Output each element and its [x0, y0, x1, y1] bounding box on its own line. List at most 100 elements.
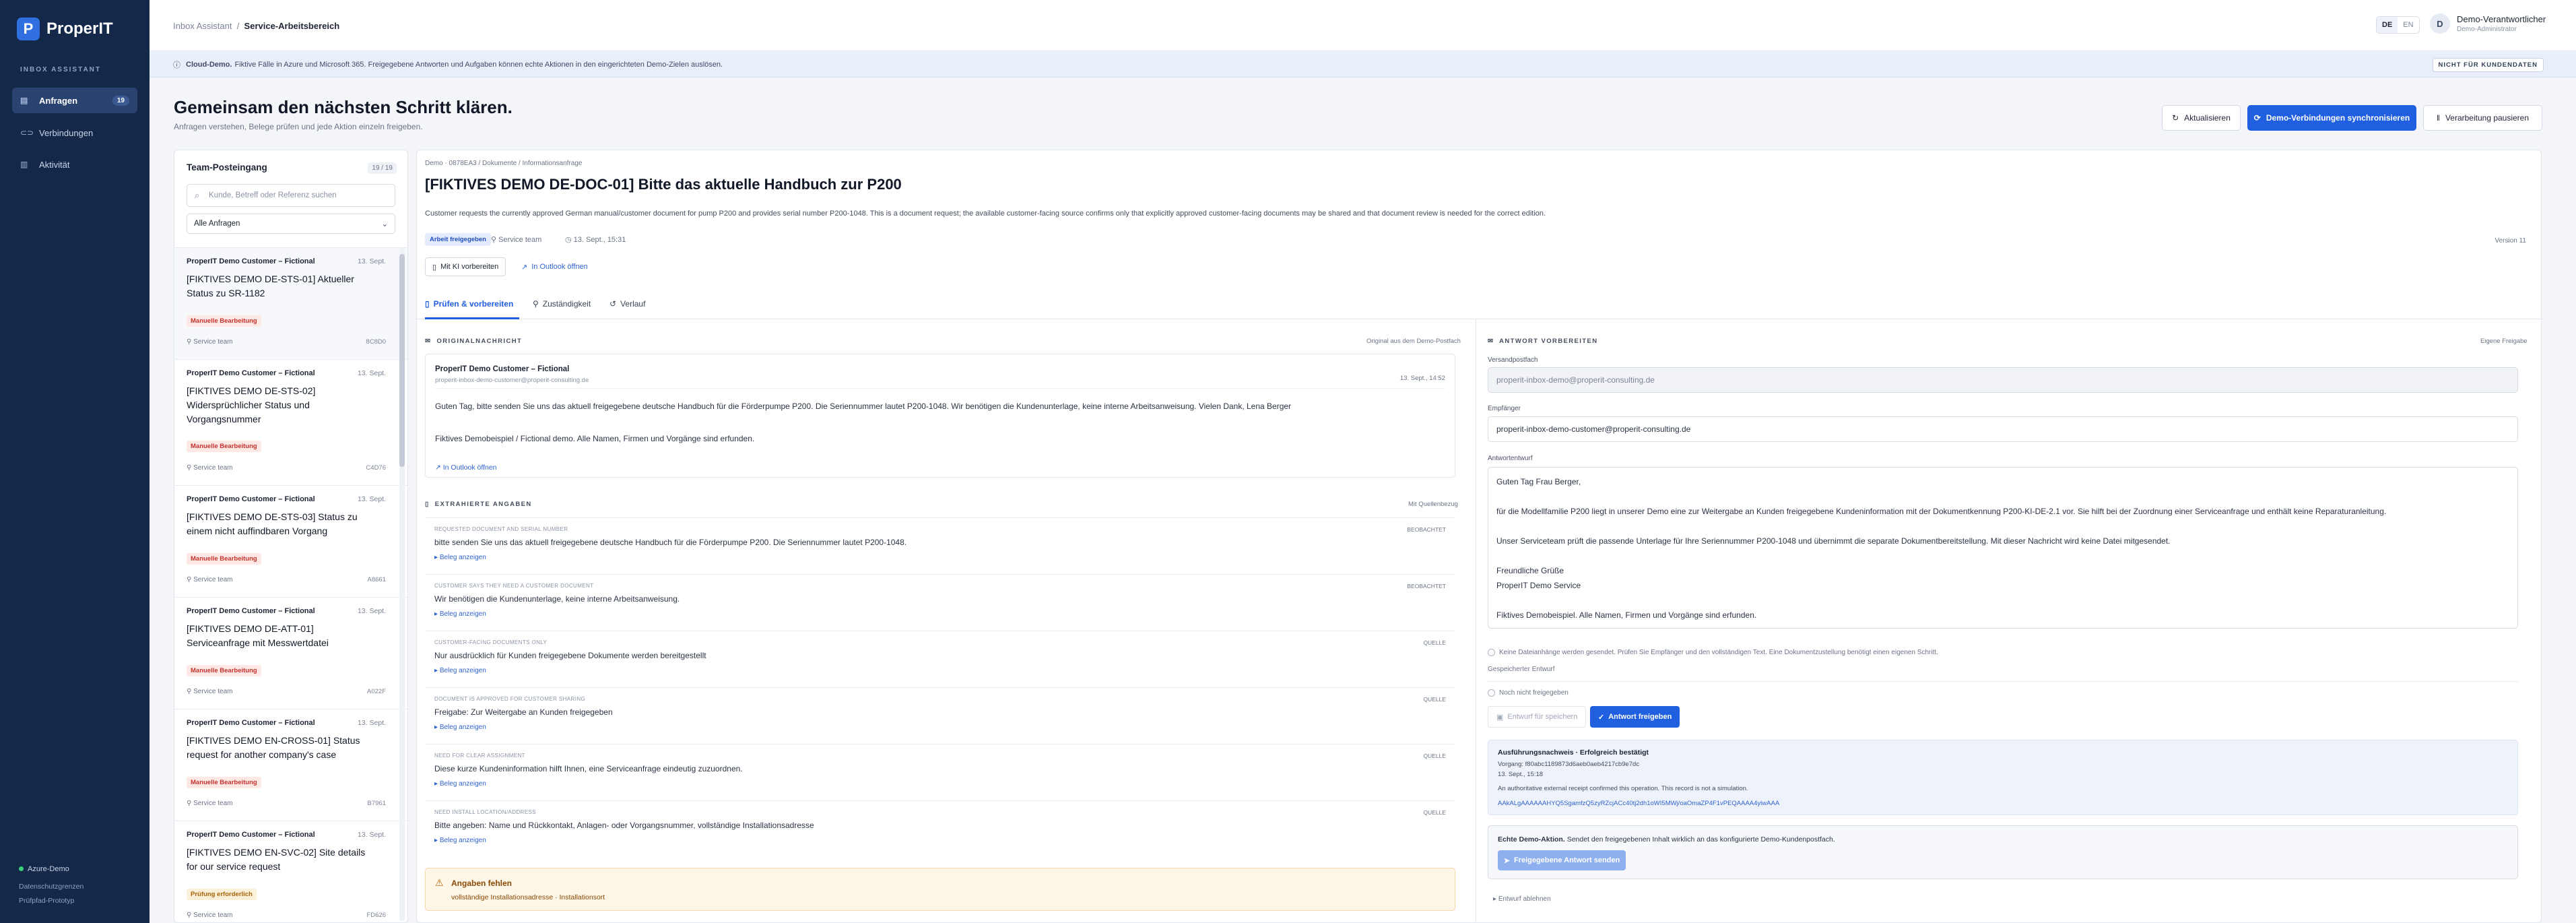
field-value: Diese kurze Kundeninformation hilft Ihne…: [434, 764, 743, 773]
info-icon: ⓘ: [173, 61, 180, 69]
detail-breadcrumb: Demo · 0878EA3 / Dokumente / Information…: [425, 160, 583, 167]
field-label: CUSTOMER-FACING DOCUMENTS ONLY: [434, 639, 548, 645]
show-evidence-link[interactable]: ▸ Beleg anzeigen: [434, 724, 486, 731]
open-outlook-link[interactable]: ↗ In Outlook öffnen: [515, 257, 595, 276]
breadcrumb-root[interactable]: Inbox Assistant: [173, 21, 232, 31]
lang-en-button[interactable]: EN: [2398, 17, 2418, 33]
list-item[interactable]: ProperIT Demo Customer – Fictional 13. S…: [174, 485, 407, 597]
item-team: ⚲ Service team: [187, 464, 233, 472]
show-evidence-link[interactable]: ▸ Beleg anzeigen: [434, 667, 486, 674]
activity-icon: ▥: [20, 160, 28, 169]
reply-draft-textarea[interactable]: Guten Tag Frau Berger, für die Modellfam…: [1488, 467, 2518, 629]
status-badge: Arbeit freigegeben: [425, 233, 491, 246]
status-badge: Manuelle Bearbeitung: [187, 553, 261, 565]
execution-receipt: Ausführungsnachweis · Erfolgreich bestät…: [1488, 740, 2518, 815]
tab-responsibility[interactable]: ⚲ Zuständigkeit: [533, 299, 591, 309]
inbox-title: Team-Posteingang: [187, 162, 267, 172]
breadcrumb-current: Service-Arbeitsbereich: [244, 21, 340, 31]
language-switch: DE EN: [2376, 16, 2420, 34]
logo-mark: P: [17, 18, 40, 40]
save-draft-button[interactable]: ▣ Entwurf für speichern: [1488, 706, 1587, 728]
list-item[interactable]: ProperIT Demo Customer – Fictional 13. S…: [174, 359, 407, 485]
ai-prepare-button[interactable]: ▯ Mit KI vorbereiten: [425, 257, 506, 276]
breadcrumb: Inbox Assistant / Service-Arbeitsbereich: [173, 21, 340, 31]
search-input[interactable]: ⌕ Kunde, Betreff oder Referenz suchen: [187, 184, 395, 207]
approve-reply-button[interactable]: ✓ Antwort freigeben: [1590, 706, 1680, 728]
item-ref: A022F: [367, 688, 386, 695]
original-message: ProperIT Demo Customer – Fictional prope…: [425, 354, 1455, 478]
mail-icon: ✉: [1488, 338, 1494, 345]
field-value: Freigabe: Zur Weitergabe an Kunden freig…: [434, 707, 613, 717]
item-ref: A8661: [367, 576, 386, 583]
send-reply-button[interactable]: ➤ Freigegebene Antwort senden: [1498, 850, 1626, 870]
sidebar-item-label: Aktivität: [39, 159, 70, 170]
item-title: [FIKTIVES DEMO DE-STS-02] Widersprüchlic…: [187, 385, 316, 424]
chevron-down-icon: ⌄: [381, 220, 388, 228]
inbox-scrollbar[interactable]: [399, 247, 405, 921]
app-name: ProperIT: [46, 20, 113, 38]
search-icon: ⌕: [195, 190, 200, 200]
app-logo[interactable]: P ProperIT: [17, 18, 113, 40]
field-source-type: QUELLE: [1423, 753, 1446, 759]
list-item[interactable]: ProperIT Demo Customer – Fictional 13. S…: [174, 597, 407, 709]
show-evidence-link[interactable]: ▸ Beleg anzeigen: [434, 610, 486, 618]
open-outlook-link[interactable]: ↗ In Outlook öffnen: [435, 464, 497, 472]
sidebar-item-aktivitaet[interactable]: ▥ Aktivität: [12, 152, 137, 177]
field-value: bitte senden Sie uns das aktuell freigeg…: [434, 538, 907, 547]
show-evidence-link[interactable]: ▸ Beleg anzeigen: [434, 837, 486, 844]
banner-tag: NICHT FÜR KUNDENDATEN: [2432, 58, 2544, 72]
item-team: ⚲ Service team: [187, 688, 233, 695]
show-evidence-link[interactable]: ▸ Beleg anzeigen: [434, 554, 486, 561]
tab-history[interactable]: ↺ Verlauf: [609, 299, 645, 309]
lang-de-button[interactable]: DE: [2377, 17, 2398, 33]
scrollbar-thumb[interactable]: [399, 254, 405, 467]
sync-button[interactable]: ⟳ Demo-Verbindungen synchronisieren: [2247, 105, 2416, 131]
section-note: Original aus dem Demo-Postfach: [1366, 338, 1461, 345]
list-item[interactable]: ProperIT Demo Customer – Fictional 13. S…: [174, 821, 407, 922]
refresh-button[interactable]: ↻ Aktualisieren: [2162, 105, 2241, 131]
attachment-note: Keine Dateianhänge werden gesendet. Prüf…: [1488, 649, 1938, 656]
receipt-hash[interactable]: AAkALgAAAAAAHYQ5SgamfzQ5zyRZcjACc40tj2dh…: [1498, 800, 1779, 807]
item-ref: 8C8D0: [366, 338, 386, 346]
list-item[interactable]: ProperIT Demo Customer – Fictional 13. S…: [174, 709, 407, 821]
user-menu[interactable]: D Demo-Verantwortlicher Demo-Administrat…: [2430, 13, 2546, 34]
sidebar-item-anfragen[interactable]: ▤ Anfragen 19: [12, 88, 137, 113]
recipient-field[interactable]: properit-inbox-demo-customer@properit-co…: [1488, 416, 2518, 442]
user-name: Demo-Verantwortlicher: [2457, 14, 2546, 24]
receipt-id: Vorgang: f80abc1189873d6aeb0aeb4217cb9e7…: [1498, 761, 1640, 768]
item-customer: ProperIT Demo Customer – Fictional: [187, 257, 315, 265]
tab-review[interactable]: ▯ Prüfen & vorbereiten: [425, 299, 513, 309]
person-icon: ⚲: [533, 299, 539, 309]
inbox-icon: ▤: [20, 96, 28, 105]
item-customer: ProperIT Demo Customer – Fictional: [187, 369, 315, 377]
refresh-icon: ↻: [2172, 113, 2179, 123]
page-title: Gemeinsam den nächsten Schritt klären.: [174, 97, 513, 117]
item-team: ⚲ Service team: [187, 338, 233, 346]
message-body: Guten Tag, bitte senden Sie uns das aktu…: [435, 402, 1292, 411]
footer-link-audit[interactable]: Prüfpfad-Prototyp: [19, 897, 74, 905]
sidebar: P ProperIT INBOX ASSISTANT ▤ Anfragen 19…: [0, 0, 150, 923]
discard-draft-link[interactable]: ▸ Entwurf ablehnen: [1493, 895, 1551, 903]
person-icon: ⚲: [187, 338, 192, 346]
receipt-title: Ausführungsnachweis · Erfolgreich bestät…: [1498, 749, 1649, 757]
avatar: D: [2430, 13, 2450, 34]
item-customer: ProperIT Demo Customer – Fictional: [187, 607, 315, 615]
extracted-field: DOCUMENT IS APPROVED FOR CUSTOMER SHARIN…: [425, 687, 1455, 744]
sidebar-item-label: Verbindungen: [39, 127, 94, 138]
sync-icon: ⟳: [2253, 113, 2261, 123]
field-label: CUSTOMER SAYS THEY NEED A CUSTOMER DOCUM…: [434, 583, 594, 589]
item-customer: ProperIT Demo Customer – Fictional: [187, 831, 315, 839]
filter-select[interactable]: Alle Anfragen ⌄: [187, 214, 395, 234]
sidebar-item-verbindungen[interactable]: ⊂⊃ Verbindungen: [12, 120, 137, 146]
footer-link-privacy[interactable]: Datenschutzgrenzen: [19, 883, 84, 891]
section-title-extracted: ▯ EXTRAHIERTE ANGABEN: [425, 501, 532, 508]
show-evidence-link[interactable]: ▸ Beleg anzeigen: [434, 780, 486, 788]
send-panel: Echte Demo-Aktion. Sendet den freigegebe…: [1488, 825, 2518, 879]
sidebar-item-label: Anfragen: [39, 95, 78, 106]
person-icon: ⚲: [187, 912, 192, 919]
pause-button[interactable]: ‖ Verarbeitung pausieren: [2423, 105, 2542, 131]
item-date: 13. Sept.: [357, 719, 386, 727]
list-item[interactable]: ProperIT Demo Customer – Fictional 13. S…: [174, 247, 407, 359]
field-label: NEED INSTALL LOCATION/ADDRESS: [434, 809, 537, 815]
mail-icon: ✉: [425, 338, 432, 345]
